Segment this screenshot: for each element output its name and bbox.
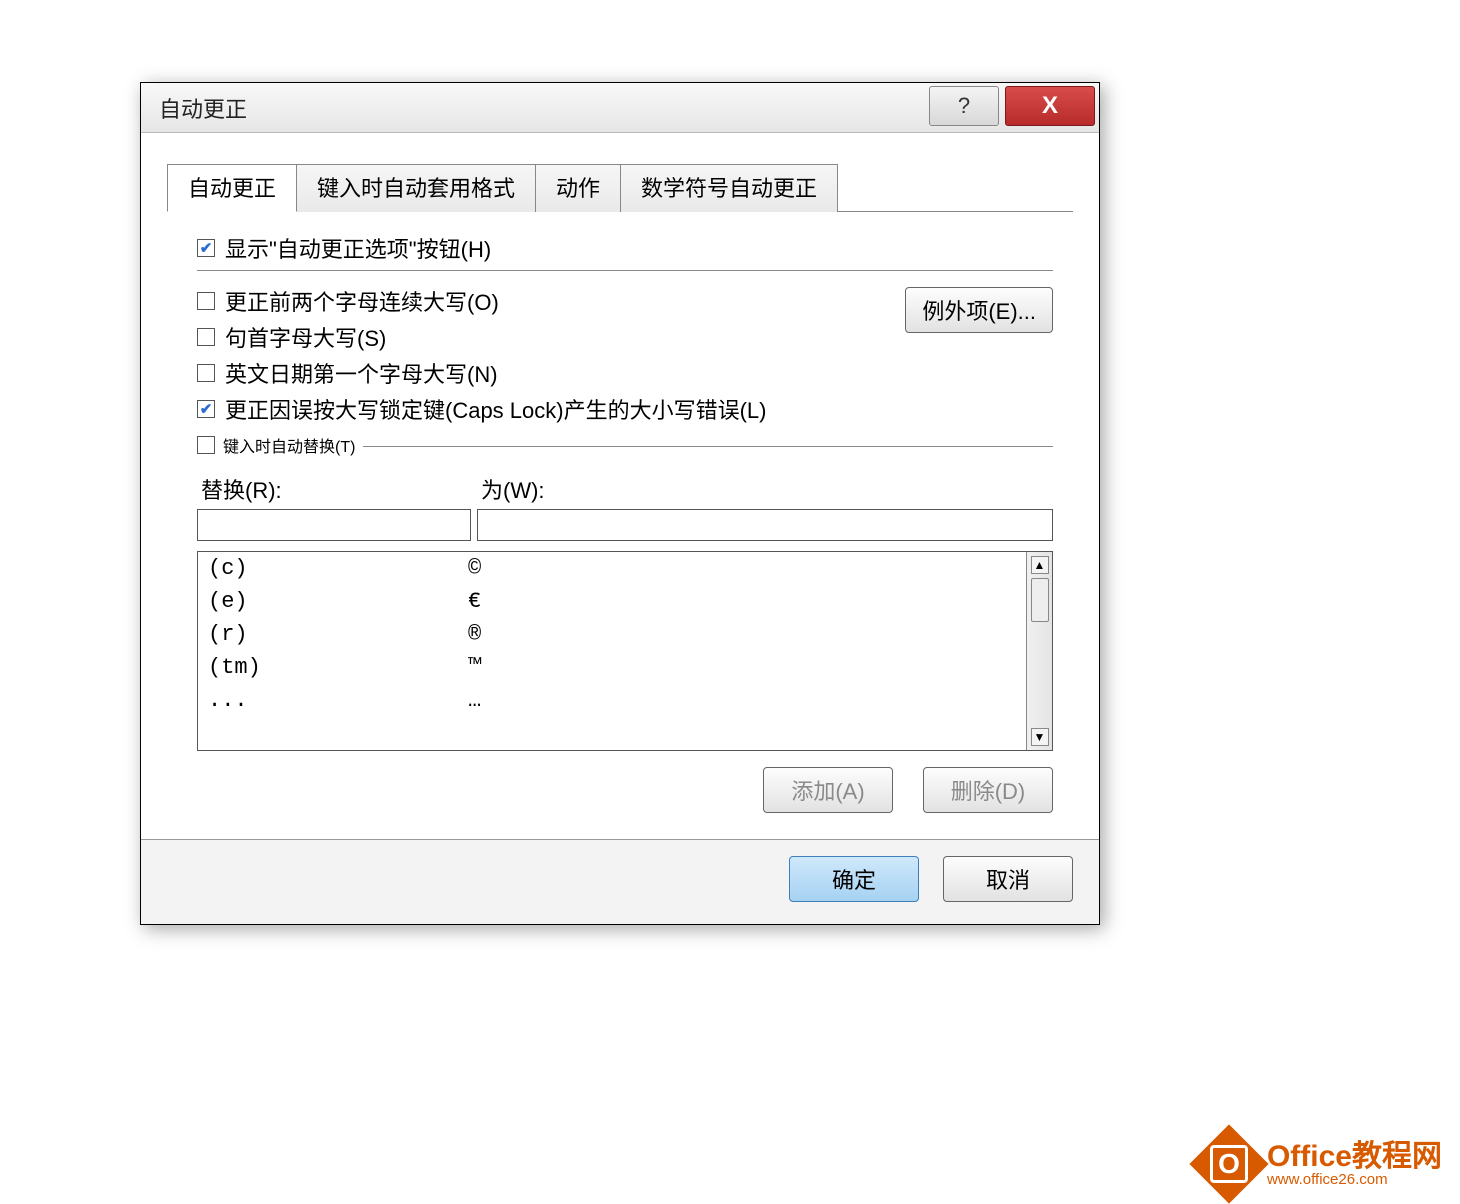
scroll-thumb[interactable]: [1031, 578, 1049, 622]
list-item[interactable]: (r)®: [198, 618, 1026, 651]
autocorrect-dialog: 自动更正 ? X 自动更正 键入时自动套用格式 动作 数学符号自动更正 ✔ 显示…: [140, 82, 1100, 925]
tab-autocorrect[interactable]: 自动更正: [167, 164, 297, 212]
list-item[interactable]: (e)€: [198, 585, 1026, 618]
dialog-body: 自动更正 键入时自动套用格式 动作 数学符号自动更正 ✔ 显示"自动更正选项"按…: [141, 133, 1099, 839]
label-show-autocorrect-button: 显示"自动更正选项"按钮(H): [225, 232, 491, 264]
tab-math-autocorrect[interactable]: 数学符号自动更正: [620, 164, 838, 212]
tab-strip: 自动更正 键入时自动套用格式 动作 数学符号自动更正: [167, 163, 1073, 212]
label-replace-as-type: 键入时自动替换(T): [223, 433, 355, 457]
list-item-replace: ...: [208, 688, 468, 713]
list-item-with: ®: [468, 622, 1016, 647]
checkbox-show-autocorrect-button[interactable]: ✔: [197, 239, 215, 257]
list-item[interactable]: (tm)™: [198, 651, 1026, 684]
replace-label: 替换(R):: [197, 473, 477, 505]
list-item[interactable]: (c)©: [198, 552, 1026, 585]
watermark-url: www.office26.com: [1267, 1172, 1442, 1187]
scrollbar[interactable]: ▲ ▼: [1026, 552, 1052, 750]
scroll-up-icon[interactable]: ▲: [1031, 556, 1049, 574]
replacement-list[interactable]: (c)©(e)€(r)®(tm)™...… ▲ ▼: [197, 551, 1053, 751]
exceptions-button[interactable]: 例外项(E)...: [905, 287, 1053, 333]
checkbox-capitalize-sentence[interactable]: [197, 328, 215, 346]
ok-button[interactable]: 确定: [789, 856, 919, 902]
watermark: O Office教程网 www.office26.com: [1201, 1136, 1442, 1192]
options-section: ✔ 显示"自动更正选项"按钮(H) 更正前两个字母连续大写(O) 句首字母大写(…: [167, 222, 1073, 819]
titlebar-buttons: ? X: [929, 83, 1099, 133]
help-button[interactable]: ?: [929, 86, 999, 126]
checkbox-replace-as-type[interactable]: [197, 436, 215, 454]
label-capitalize-days: 英文日期第一个字母大写(N): [225, 357, 498, 389]
label-capitalize-sentence: 句首字母大写(S): [225, 321, 386, 353]
list-item-replace: (c): [208, 556, 468, 581]
office-logo-icon: O: [1189, 1124, 1268, 1203]
list-item-replace: (r): [208, 622, 468, 647]
list-item[interactable]: ...…: [198, 684, 1026, 717]
label-two-initial-caps: 更正前两个字母连续大写(O): [225, 285, 499, 317]
titlebar: 自动更正 ? X: [141, 83, 1099, 133]
list-item-with: ©: [468, 556, 1016, 581]
delete-button[interactable]: 删除(D): [923, 767, 1053, 813]
scroll-down-icon[interactable]: ▼: [1031, 728, 1049, 746]
list-item-with: ™: [468, 655, 1016, 680]
list-item-replace: (e): [208, 589, 468, 614]
add-button[interactable]: 添加(A): [763, 767, 893, 813]
cancel-button[interactable]: 取消: [943, 856, 1073, 902]
dialog-title: 自动更正: [159, 92, 247, 124]
replace-group-header: 键入时自动替换(T): [197, 433, 1053, 457]
list-item-with: €: [468, 589, 1016, 614]
dialog-footer: 确定 取消: [141, 839, 1099, 924]
checkbox-caps-lock[interactable]: ✔: [197, 400, 215, 418]
divider: [197, 270, 1053, 271]
list-item-replace: (tm): [208, 655, 468, 680]
tab-autoformat-as-type[interactable]: 键入时自动套用格式: [296, 164, 536, 212]
list-item-with: …: [468, 688, 1016, 713]
with-input[interactable]: [477, 509, 1053, 541]
watermark-title: Office教程网: [1267, 1142, 1442, 1172]
replace-input[interactable]: [197, 509, 471, 541]
label-caps-lock: 更正因误按大写锁定键(Caps Lock)产生的大小写错误(L): [225, 393, 766, 425]
with-label: 为(W):: [477, 473, 1053, 505]
checkbox-two-initial-caps[interactable]: [197, 292, 215, 310]
checkbox-capitalize-days[interactable]: [197, 364, 215, 382]
replacement-list-body: (c)©(e)€(r)®(tm)™...…: [198, 552, 1026, 750]
close-button[interactable]: X: [1005, 86, 1095, 126]
tab-actions[interactable]: 动作: [535, 164, 621, 212]
